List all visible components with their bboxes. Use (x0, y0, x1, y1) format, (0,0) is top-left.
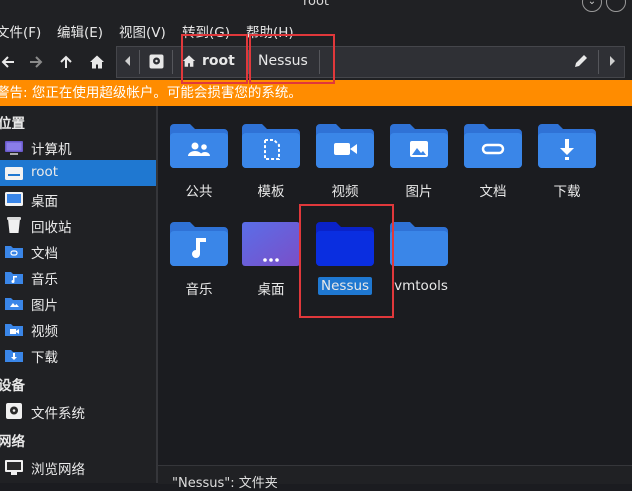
sidebar-item-label: 桌面 (31, 194, 58, 210)
forward-button[interactable] (22, 44, 50, 80)
network-header: 网络 (0, 434, 25, 450)
sidebar-item-pictures[interactable]: 图片 (0, 290, 156, 316)
sidebar-item-network[interactable]: 浏览网络 (0, 454, 156, 480)
sidebar-item-label: 音乐 (31, 272, 58, 288)
file-item-label: 公共 (185, 184, 213, 200)
menu-bar: 文件(F) 编辑(E) 视图(V) 转到(G) 帮助(H) (0, 14, 632, 44)
sidebar: 位置 计算机 root 桌面 回收站 文档 音乐 图片 视频 下载 设备 文件系… (0, 106, 156, 483)
sidebar-item-videos[interactable]: 视频 (0, 316, 156, 342)
folder-icon (316, 222, 374, 266)
arrow-right-icon (30, 56, 43, 68)
title-bar: root ⌄ ⌃ (0, 0, 632, 14)
video-folder-icon (316, 124, 374, 168)
devices-header: 设备 (0, 378, 25, 394)
file-item-label: 音乐 (185, 282, 213, 298)
download-folder-icon (5, 350, 23, 362)
home-button[interactable] (83, 44, 111, 80)
root-warning-bar: 警告: 您正在使用超级帐户。可能会损害您的系统。 (0, 80, 632, 106)
path-crumb-nessus-label: Nessus (258, 53, 308, 69)
sidebar-item-root[interactable]: root (0, 160, 156, 186)
file-item-label: 桌面 (257, 282, 285, 298)
drive-icon (6, 403, 22, 419)
path-separator (598, 50, 599, 74)
path-separator (172, 50, 173, 74)
sidebar-item-label: 回收站 (31, 220, 72, 236)
sidebar-item-filesystem[interactable]: 文件系统 (0, 398, 156, 424)
sidebar-item-trash[interactable]: 回收站 (0, 212, 156, 238)
arrow-up-icon (60, 55, 72, 68)
sidebar-item-music[interactable]: 音乐 (0, 264, 156, 290)
desktop-icon (5, 192, 23, 206)
up-button[interactable] (52, 44, 80, 80)
home-folder-icon (5, 167, 23, 180)
path-separator (319, 50, 320, 74)
window-title: root (302, 0, 330, 9)
file-item-label: vmtools (394, 278, 448, 294)
desktop-folder-icon (242, 222, 300, 266)
video-folder-icon (5, 324, 23, 336)
home-icon (182, 55, 196, 67)
arrow-left-icon (1, 56, 14, 68)
sidebar-item-label: 计算机 (31, 142, 72, 158)
status-bar: "Nessus": 文件夹 (158, 465, 632, 491)
path-scroll-left[interactable] (117, 47, 139, 75)
network-icon (5, 460, 23, 475)
file-item-label: 视频 (331, 184, 359, 200)
edit-path-button[interactable] (568, 47, 594, 75)
sidebar-item-label: 下载 (31, 350, 58, 366)
sidebar-item-label: 文档 (31, 246, 58, 262)
download-folder-icon (538, 124, 596, 168)
drive-icon (149, 54, 163, 68)
music-folder-icon (5, 272, 23, 284)
picture-folder-icon (390, 124, 448, 168)
sidebar-item-label: 文件系统 (31, 406, 85, 422)
menu-edit[interactable]: 编辑(E) (57, 21, 103, 41)
status-text: "Nessus": 文件夹 (172, 476, 278, 491)
file-item-label: 模板 (257, 184, 285, 200)
home-icon (90, 55, 104, 69)
menu-file[interactable]: 文件(F) (0, 21, 41, 41)
sidebar-item-downloads[interactable]: 下载 (0, 342, 156, 368)
path-separator (139, 50, 140, 74)
minimize-button[interactable]: ⌄ (582, 0, 602, 12)
maximize-button[interactable]: ⌃ (606, 0, 626, 12)
back-button[interactable] (0, 44, 22, 80)
file-item-label: 下载 (553, 184, 581, 200)
toolbar: root Nessus (0, 44, 632, 80)
file-item-label: 文档 (479, 184, 507, 200)
path-crumb-nessus[interactable]: Nessus (250, 47, 318, 75)
path-drive-button[interactable] (142, 47, 170, 75)
file-item-label: 图片 (405, 184, 433, 200)
document-folder-icon (464, 124, 522, 168)
document-folder-icon (5, 246, 23, 258)
music-folder-icon (170, 222, 228, 266)
path-scroll-right[interactable] (600, 47, 624, 75)
sidebar-item-computer[interactable]: 计算机 (0, 134, 156, 160)
sidebar-item-documents[interactable]: 文档 (0, 238, 156, 264)
file-view[interactable]: 公共 模板 视频 图片 文档 下载 音乐 桌面 Nessus vmtools (158, 106, 632, 483)
chevron-right-icon (610, 56, 615, 66)
places-header: 位置 (0, 116, 25, 132)
template-folder-icon (242, 124, 300, 168)
trash-icon (7, 217, 21, 233)
file-item-label-selected: Nessus (318, 277, 373, 295)
path-crumb-root-label: root (202, 53, 235, 69)
menu-help[interactable]: 帮助(H) (246, 21, 294, 41)
sidebar-item-label: 视频 (31, 324, 58, 340)
pencil-icon (575, 55, 587, 67)
sidebar-item-label: 图片 (31, 298, 58, 314)
chevron-left-icon (125, 56, 130, 66)
menu-go[interactable]: 转到(G) (182, 21, 230, 41)
sidebar-item-desktop[interactable]: 桌面 (0, 186, 156, 212)
file-item-label: Nessus (318, 277, 373, 295)
path-crumb-root[interactable]: root (176, 47, 246, 75)
path-separator (248, 50, 249, 74)
menu-view[interactable]: 视图(V) (119, 21, 166, 41)
folder-icon (390, 222, 448, 266)
picture-folder-icon (5, 298, 23, 310)
sidebar-item-label: root (31, 164, 59, 180)
computer-icon (5, 141, 23, 155)
sidebar-item-label: 浏览网络 (31, 462, 85, 478)
share-folder-icon (170, 124, 228, 168)
